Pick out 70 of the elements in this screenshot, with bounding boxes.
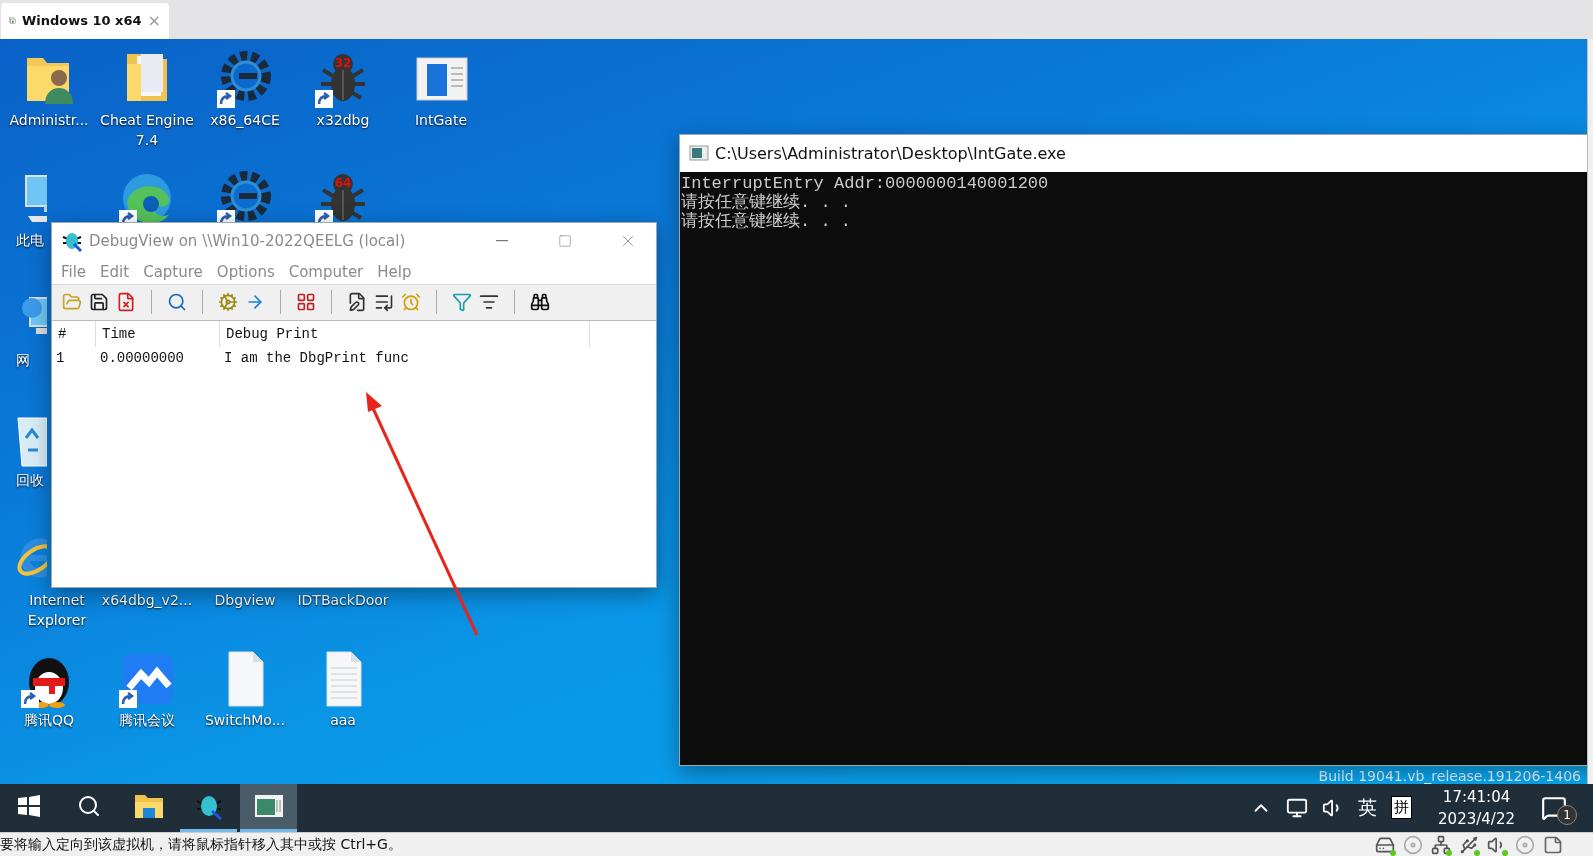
input-mode[interactable]: 拼	[1391, 796, 1413, 820]
file-edit-icon[interactable]	[347, 292, 367, 313]
menu-item[interactable]: Help	[370, 262, 419, 281]
icon-number: 64	[333, 175, 353, 190]
menu-item[interactable]: Options	[209, 262, 282, 281]
windows-logo-icon	[16, 794, 41, 819]
desktop-icon-label[interactable]: Internet Explorer	[16, 589, 98, 630]
maximize-icon	[557, 234, 572, 249]
shortcut-arrow-icon	[217, 89, 235, 108]
menu-item[interactable]: Edit	[93, 262, 137, 281]
console-line: 请按任意键继续. . .	[681, 192, 852, 212]
table-cell-text: 0.00000000	[99, 349, 185, 366]
binoculars-icon[interactable]	[530, 292, 550, 313]
save-icon[interactable]	[89, 292, 109, 313]
desktop-icon-label[interactable]: x86_64CE	[210, 109, 280, 130]
desktop-icon-label[interactable]: 网	[16, 349, 30, 370]
column-header[interactable]: Debug Print	[220, 320, 590, 347]
desktop-icon-label[interactable]: 腾讯QQ	[23, 709, 74, 730]
usb-icon[interactable]	[1459, 834, 1479, 855]
vm-tab[interactable]: Windows 10 x64 ×	[1, 2, 169, 39]
list-end-icon[interactable]	[374, 292, 394, 313]
column-header[interactable]: Time	[96, 320, 220, 347]
column-header[interactable]: #	[52, 320, 96, 347]
bug-icon	[61, 230, 83, 253]
filter-icon[interactable]	[452, 292, 472, 313]
menu-item[interactable]: File	[54, 262, 94, 281]
desktop-icon-label[interactable]: Cheat Engine 7.4	[99, 109, 195, 150]
table-cell-text: I am the DbgPrint func	[223, 349, 410, 366]
desktop-icon-label[interactable]: IntGate	[415, 109, 467, 130]
shortcut-arrow-icon	[315, 89, 333, 108]
search-icon[interactable]	[167, 292, 187, 313]
clock-date[interactable]: 2023/4/22	[1438, 807, 1515, 830]
console-line: 请按任意键继续. . .	[681, 211, 852, 231]
folder-icon	[133, 793, 164, 820]
desktop-icon-label[interactable]: 腾讯会议	[119, 709, 175, 730]
desktop-icon-label[interactable]: x64dbg_v2...	[101, 589, 193, 610]
search-icon	[76, 794, 101, 819]
network-icon[interactable]	[1286, 796, 1309, 819]
desktop-icon-label[interactable]: Administr...	[9, 109, 89, 130]
desktop-icon-label[interactable]: IDTBackDoor	[297, 589, 389, 610]
network-icon[interactable]	[1431, 834, 1451, 855]
desktop-icon-label[interactable]: SwitchMo...	[204, 709, 285, 730]
desktop-icon-label[interactable]: x32dbg	[316, 109, 370, 130]
notification-count: 1	[1557, 804, 1577, 825]
clock-time[interactable]: 17:41:04	[1442, 785, 1511, 808]
menu-item[interactable]: Capture	[136, 262, 210, 281]
desktop-icon-label[interactable]: 回收	[16, 469, 44, 490]
desktop-icon-label[interactable]: aaa	[330, 709, 356, 730]
desktop-icon-label[interactable]: 此电	[16, 229, 44, 250]
note-icon[interactable]	[1543, 834, 1563, 855]
minimize-icon	[495, 240, 508, 243]
console-window-icon	[253, 794, 284, 819]
grid-icon[interactable]	[296, 292, 316, 313]
icon-number: 32	[333, 55, 353, 70]
console-line: InterruptEntry Addr:0000000140001200	[681, 173, 1050, 193]
window-title: C:\Users\Administrator\Desktop\IntGate.exe	[715, 143, 1066, 163]
gear-icon[interactable]	[218, 292, 238, 313]
shortcut-arrow-icon	[21, 689, 39, 708]
desktop-icon-label[interactable]: Dbgview	[214, 589, 276, 610]
console-window-icon	[689, 145, 709, 162]
menu-item[interactable]: Computer	[281, 262, 371, 281]
taskbar-button[interactable]	[240, 783, 297, 833]
shortcut-arrow-icon	[119, 689, 137, 708]
window-title: DebugView on \\Win10-2022QEELG (local)	[89, 232, 406, 251]
table-cell-text: 1	[55, 349, 66, 366]
clear-icon[interactable]	[116, 292, 136, 313]
build-watermark-text: Build 19041.vb_release.191206-1406	[1318, 767, 1581, 784]
status-message: 要将输入定向到该虚拟机，请将鼠标指针移入其中或按 Ctrl+G。	[0, 835, 402, 854]
input-language[interactable]: 英	[1358, 794, 1378, 821]
close-tab-button[interactable]: ×	[147, 11, 161, 31]
